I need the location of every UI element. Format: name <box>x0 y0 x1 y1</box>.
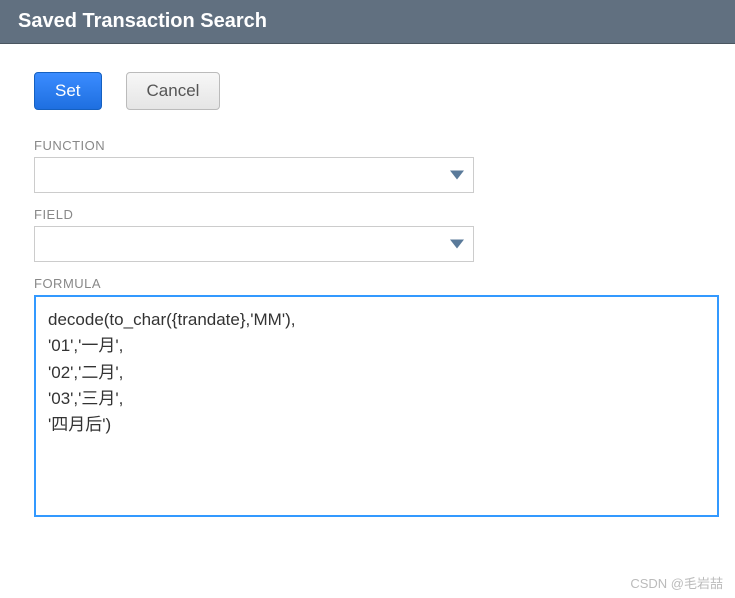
dialog-title: Saved Transaction Search <box>18 10 267 32</box>
set-button[interactable]: Set <box>34 72 102 110</box>
formula-label: FORMULA <box>34 276 719 291</box>
dialog-content: Set Cancel FUNCTION FIELD FORMULA <box>0 44 735 556</box>
field-select[interactable] <box>34 226 474 262</box>
field-group: FIELD <box>34 207 474 262</box>
formula-textarea[interactable] <box>34 295 719 517</box>
field-label: FIELD <box>34 207 474 222</box>
button-row: Set Cancel <box>34 72 701 110</box>
function-group: FUNCTION <box>34 138 474 193</box>
watermark: CSDN @毛岩喆 <box>630 573 723 592</box>
function-label: FUNCTION <box>34 138 474 153</box>
function-select-box[interactable] <box>34 157 474 193</box>
function-select[interactable] <box>34 157 474 193</box>
cancel-button[interactable]: Cancel <box>126 72 221 110</box>
field-select-box[interactable] <box>34 226 474 262</box>
dialog-header: Saved Transaction Search <box>0 0 735 44</box>
formula-group: FORMULA <box>34 276 719 522</box>
